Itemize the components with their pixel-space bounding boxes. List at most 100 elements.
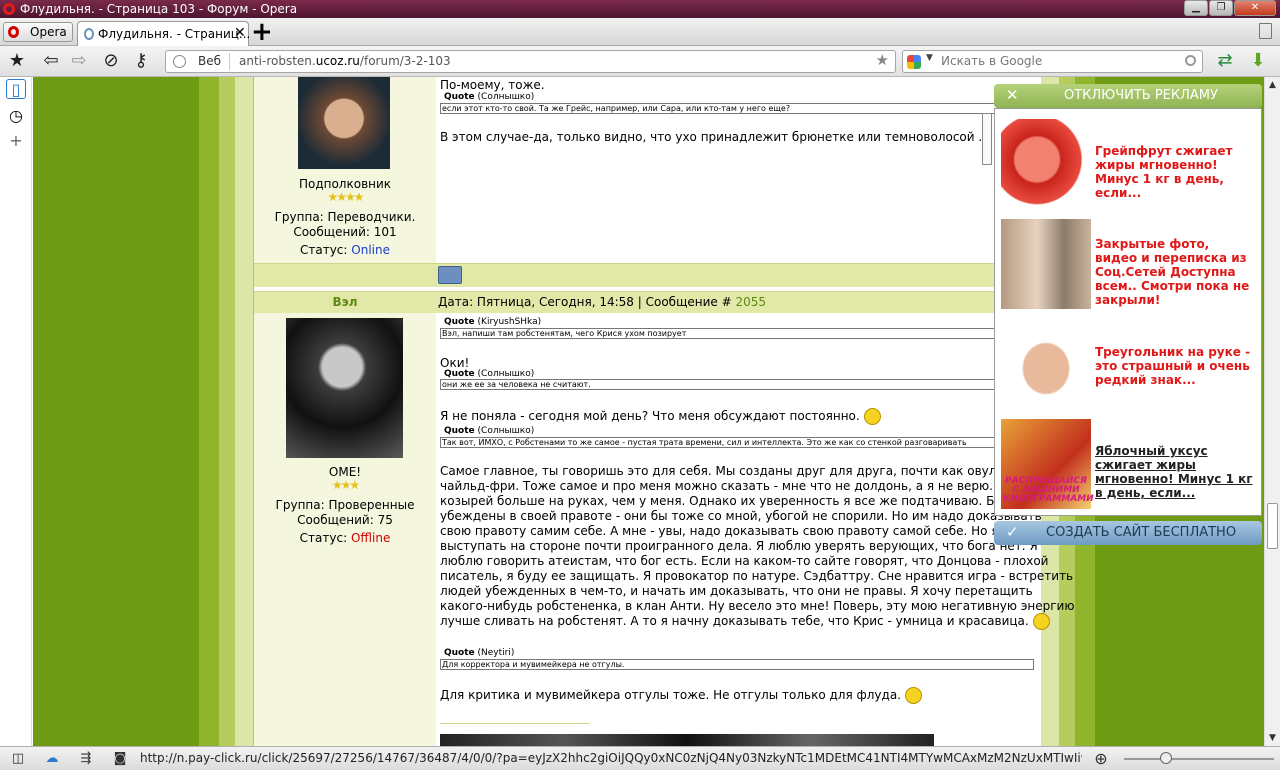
address-separator <box>229 53 230 70</box>
reload-button[interactable]: ⊘ <box>100 50 122 72</box>
translate-icon[interactable]: ⇄ <box>1214 50 1236 72</box>
post-paragraph-line: козырей больше на руках, чем у меня. Одн… <box>440 494 1044 508</box>
post-paragraph-line: люблю говорить атеистам, что бог есть. Е… <box>440 554 1049 568</box>
trash-icon[interactable] <box>1259 23 1272 39</box>
embed-scrollbar[interactable] <box>982 113 992 165</box>
address-url[interactable]: anti-robsten.ucoz.ru/forum/3-2-103 <box>239 54 451 68</box>
status-label: Статус: <box>299 243 348 257</box>
user-rank: OME! <box>328 465 362 479</box>
check-icon: ✓ <box>1006 523 1019 541</box>
bg-stripe <box>235 77 253 746</box>
cloud-icon[interactable]: ☁ <box>44 751 60 767</box>
ad-text[interactable]: Закрытые фото, видео и переписка из Соц.… <box>1095 237 1255 307</box>
history-clock-icon[interactable]: ◷ <box>6 106 26 126</box>
search-icon[interactable] <box>1185 55 1196 66</box>
tab-bar: Opera Флудильня. - Страниц... ✕ + <box>0 18 1280 46</box>
ad-item[interactable]: Треугольник на руке - это страшный и оче… <box>1001 319 1257 411</box>
user-avatar <box>286 318 403 458</box>
quote-label: Quote <box>444 426 475 436</box>
quote-header: Quote (Neytiri) <box>444 648 514 658</box>
smile-emoji-icon <box>863 408 881 425</box>
post-text-line: Для критика и мувимейкера отгулы тоже. Н… <box>440 687 922 704</box>
minimize-button[interactable]: ▁ <box>1184 0 1208 16</box>
photo-image[interactable] <box>1001 219 1091 309</box>
post-paragraph-line: выступать на стороне почти проигранного … <box>440 539 1038 553</box>
camera-icon[interactable]: ◙ <box>112 751 128 767</box>
tab-title: Флудильня. - Страниц... <box>98 27 251 41</box>
search-input[interactable]: Искать в Google <box>941 54 1042 68</box>
grapefruit-image[interactable] <box>1001 119 1091 209</box>
palm-image[interactable] <box>1001 319 1091 409</box>
bg-stripe <box>33 77 199 746</box>
back-button[interactable]: ⇦ <box>40 50 62 72</box>
speed-dial-star-icon[interactable]: ★ <box>6 50 28 72</box>
ad-text[interactable]: Яблочный уксус сжигает жиры мгновенно! М… <box>1095 444 1255 500</box>
create-site-button[interactable]: ✓ СОЗДАТЬ САЙТ БЕСПЛАТНО <box>994 521 1262 545</box>
panel-toggle-icon[interactable]: ▯ <box>6 79 26 99</box>
scroll-up-icon[interactable]: ▲ <box>1265 77 1280 93</box>
post-author-name[interactable]: Вэл <box>254 295 436 309</box>
close-icon: ✕ <box>1006 86 1019 104</box>
navigation-bar: ★ ⇦ ⇨ ⊘ ⚷ Веб anti-robsten.ucoz.ru/forum… <box>0 46 1280 77</box>
bookmark-star-icon[interactable]: ★ <box>876 51 889 69</box>
status-bar: ◫ ☁ ⇶ ◙ http://n.pay-click.ru/click/2569… <box>0 746 1280 770</box>
tab-active[interactable]: Флудильня. - Страниц... ✕ <box>77 21 251 46</box>
user-messages: Сообщений: 101 <box>293 225 397 239</box>
url-domain: ucoz.ru <box>315 54 360 68</box>
address-prefix: Веб <box>198 54 222 68</box>
close-window-button[interactable]: ✕ <box>1234 0 1276 16</box>
disable-ads-label: ОТКЛЮЧИТЬ РЕКЛАМУ <box>1064 88 1218 103</box>
quote-label: Quote <box>444 317 475 327</box>
opera-menu-label: Opera <box>30 25 67 39</box>
quote-author: (KiryushSHka) <box>477 317 542 327</box>
download-icon[interactable]: ⬇ <box>1247 50 1269 72</box>
ad-item[interactable]: РАСПРОЩАЙСЯ С ЛИШНИМИ КИЛОГРАММАМИ Яблоч… <box>1001 419 1257 511</box>
google-icon[interactable] <box>907 55 921 69</box>
vinegar-image[interactable]: РАСПРОЩАЙСЯ С ЛИШНИМИ КИЛОГРАММАМИ <box>1001 419 1094 509</box>
scroll-down-icon[interactable]: ▼ <box>1265 730 1280 746</box>
quote-label: Quote <box>444 369 475 379</box>
opera-logo-icon <box>3 3 15 15</box>
ad-text[interactable]: Треугольник на руке - это страшный и оче… <box>1095 345 1255 387</box>
user-rank: Подполковник <box>298 177 392 191</box>
zoom-slider-knob[interactable] <box>1160 752 1172 764</box>
maximize-button[interactable]: ❐ <box>1209 0 1233 16</box>
post-date-label: Дата: Пятница, Сегодня, 14:58 | Сообщени… <box>438 295 732 309</box>
ad-box: Грейпфрут сжигает жиры мгновенно! Минус … <box>994 108 1262 516</box>
url-left: anti-robsten. <box>239 54 316 68</box>
user-messages: Сообщений: 75 <box>297 513 393 527</box>
panel-icon[interactable]: ◫ <box>10 751 26 767</box>
new-tab-button[interactable]: + <box>251 18 273 46</box>
ad-item[interactable]: Закрытые фото, видео и переписка из Соц.… <box>1001 219 1257 311</box>
chevron-down-icon[interactable]: ▼ <box>926 53 933 63</box>
add-panel-icon[interactable]: + <box>6 131 26 151</box>
user-status: Статус: Offline <box>254 531 436 545</box>
ad-item[interactable]: Грейпфрут сжигает жиры мгновенно! Минус … <box>1001 119 1257 211</box>
share-icon[interactable]: ⇶ <box>78 751 94 767</box>
url-path: /forum/3-2-103 <box>359 54 451 68</box>
search-box[interactable]: ▼ Искать в Google <box>902 50 1203 73</box>
quote-label: Quote <box>444 92 475 102</box>
signature-image <box>440 734 934 746</box>
zoom-fit-icon[interactable]: ⊕ <box>1093 751 1109 767</box>
scrollbar-thumb[interactable] <box>1267 503 1278 549</box>
disable-ads-button[interactable]: ✕ ОТКЛЮЧИТЬ РЕКЛАМУ <box>994 84 1262 108</box>
post-number[interactable]: 2055 <box>735 295 766 309</box>
vertical-scrollbar[interactable]: ▲ ▼ <box>1264 77 1280 746</box>
close-tab-icon[interactable]: ✕ <box>234 25 246 41</box>
forward-button[interactable]: ⇨ <box>68 50 90 72</box>
ad-text[interactable]: Грейпфрут сжигает жиры мгновенно! Минус … <box>1095 144 1255 200</box>
bg-stripe <box>219 77 235 746</box>
status-offline: Offline <box>350 531 391 545</box>
camera-icon[interactable] <box>438 266 462 284</box>
post-paragraph-line: какого-нибудь робстененка, в клан Анти. … <box>440 599 1075 613</box>
opera-menu-button[interactable]: Opera <box>3 22 73 42</box>
address-bar[interactable]: Веб anti-robsten.ucoz.ru/forum/3-2-103 ★ <box>165 50 896 73</box>
status-label: Статус: <box>299 531 348 545</box>
post-author-panel: OME! ★★★ Группа: Проверенные Сообщений: … <box>254 313 436 746</box>
key-icon[interactable]: ⚷ <box>130 50 152 72</box>
quote-body: если этот кто-то свой. Та же Грейс, напр… <box>440 103 1000 114</box>
zoom-slider[interactable] <box>1124 752 1274 764</box>
post-paragraph-line: чайльд-фри. Тоже самое и про меня можно … <box>440 479 1044 493</box>
status-online: Online <box>351 243 390 257</box>
